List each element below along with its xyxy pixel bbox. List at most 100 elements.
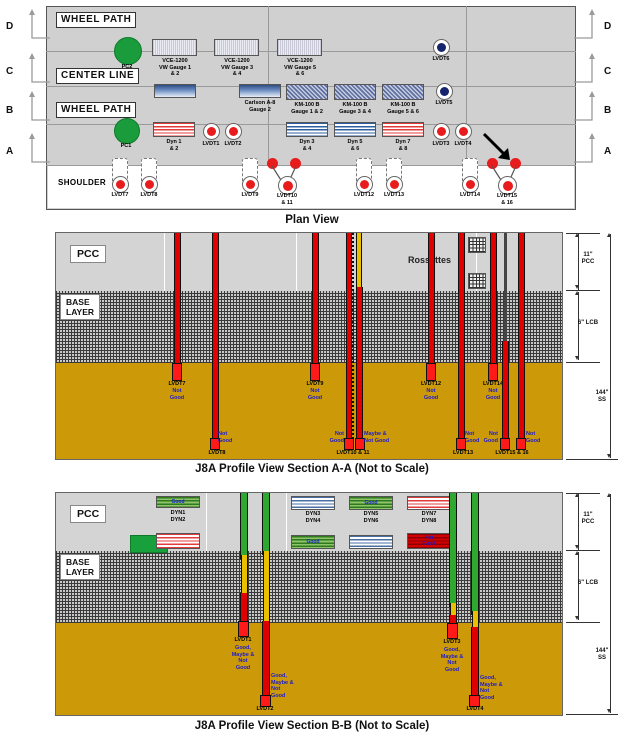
pressure-cell-pc1[interactable]: [114, 118, 140, 144]
lvdt9-rod: [312, 233, 319, 375]
gauge-dyn-3-4[interactable]: [286, 122, 328, 137]
lvdt3-status: Good, Maybe & Not Good: [440, 647, 464, 673]
gauge-vce-1[interactable]: [152, 39, 197, 56]
gauge-carlson-1[interactable]: [154, 84, 196, 98]
lvdt4-rod: [471, 627, 479, 703]
lvdt1-tip: [238, 621, 249, 637]
lvdt2-marker[interactable]: [225, 123, 242, 140]
lvdt5-marker[interactable]: [436, 83, 453, 100]
pressure-cell-pc2-label: PC2: [121, 64, 133, 70]
lvdt16-status: Not Good: [526, 431, 541, 444]
section-marker-b-right: B: [604, 105, 612, 116]
lvdt9-tip: [310, 363, 320, 381]
lvdt1-section-label: LVDT1: [234, 637, 252, 643]
lvdt6-marker[interactable]: [433, 39, 450, 56]
gauge-vce-5[interactable]: [277, 39, 322, 56]
dyn1-2-label: DYN1 DYN2: [170, 510, 186, 523]
dyn4-chip[interactable]: Good: [291, 535, 335, 549]
lvdt8-label: LVDT8: [140, 192, 158, 198]
dim-bb-lcb: 6" LCB: [577, 580, 599, 586]
lvdt10-11-label: LVDT10 & 11: [276, 193, 298, 206]
section-bb-caption: J8A Profile View Section B-B (Not to Sca…: [194, 720, 430, 732]
section-aa-lcb-layer: [56, 291, 562, 363]
lvdt8-marker[interactable]: [141, 176, 158, 193]
dim-lcb: 6" LCB: [577, 320, 599, 326]
gauge-vce-3[interactable]: [214, 39, 259, 56]
lvdt15-conduit: [504, 233, 507, 353]
lvdt15-16-section-label: LVDT15 & 16: [495, 450, 529, 456]
gauge-dyn-5-6[interactable]: [334, 122, 376, 137]
gauge-dyn-1-2[interactable]: [153, 122, 195, 137]
section-marker-d-right: D: [604, 21, 612, 32]
lvdt14-status: Not Good: [485, 388, 501, 401]
dyn5-status: Good: [364, 500, 378, 506]
dyn3-4-label: DYN3 DYN4: [305, 511, 321, 524]
section-marker-a-right: A: [604, 146, 612, 157]
lvdt1-sleeve: [240, 493, 248, 559]
dyn5-chip[interactable]: Good: [349, 496, 393, 510]
lvdt7-status: Not Good: [169, 388, 185, 401]
dyn2-chip[interactable]: [156, 533, 200, 549]
lvdt9-marker[interactable]: [242, 176, 259, 193]
lvdt4-marker[interactable]: [455, 123, 472, 140]
lvdt13-marker[interactable]: [386, 176, 403, 193]
section-markers-right: [574, 9, 595, 163]
dim-bb-pcc: 11" PCC: [581, 512, 595, 525]
lvdt9-status: Not Good: [307, 388, 323, 401]
section-marker-c-left: C: [6, 66, 14, 77]
pressure-cell-pc2[interactable]: [114, 37, 142, 65]
lvdt12-marker[interactable]: [356, 176, 373, 193]
lvdt8-rod: [212, 233, 219, 445]
plan-view-caption: Plan View: [285, 214, 339, 226]
section-bb-ss-layer: [56, 623, 562, 715]
rossette-grid-top: [468, 237, 486, 253]
gauge-vce-1-label: VCE-1200 VW Gauge 1 & 2: [158, 58, 192, 77]
lvdt10-dashed-line: [352, 233, 354, 443]
gauge-vce-3-label: VCE-1200 VW Gauge 3 & 4: [220, 58, 254, 77]
lvdt9-section-label: LVDT9: [306, 381, 324, 387]
gauge-dyn-7-8[interactable]: [382, 122, 424, 137]
dyn8-chip[interactable]: Not Good: [407, 533, 451, 549]
lvdt11-status: Maybe & Not Good: [364, 431, 390, 444]
dim-bb-ss: 144" SS: [595, 648, 609, 661]
gauge-carlson-2[interactable]: [239, 84, 281, 98]
gauge-dyn-5-6-label: Dyn 5 & 6: [347, 139, 363, 152]
lvdt6-label: LVDT6: [432, 56, 450, 62]
lvdt8-section-label: LVDT8: [208, 450, 226, 456]
gauge-km-5[interactable]: [382, 84, 424, 100]
lvdt7-marker[interactable]: [112, 176, 129, 193]
gauge-km-3[interactable]: [334, 84, 376, 100]
dyn3-chip[interactable]: [291, 496, 335, 510]
lvdt3-marker[interactable]: [433, 123, 450, 140]
lvdt4-section-label: LVDT4: [466, 706, 484, 712]
lvdt10-status: Not Good: [329, 431, 344, 444]
dyn6-chip[interactable]: [349, 535, 393, 549]
lvdt14-tip: [488, 363, 498, 381]
lvdt2-status: Good, Maybe & Not Good: [271, 673, 294, 699]
joint-b2: [286, 493, 287, 551]
lvdt1-marker[interactable]: [203, 123, 220, 140]
lvdt15-tip: [500, 438, 510, 450]
lvdt14-marker[interactable]: [462, 176, 479, 193]
lvdt14-section-label: LVDT14: [482, 381, 504, 387]
section-marker-b-left: B: [6, 105, 14, 116]
lvdt4-status: Good, Maybe & Not Good: [480, 675, 503, 701]
lvdt2-label: LVDT2: [224, 141, 242, 147]
dim-ss: 144" SS: [595, 390, 609, 403]
gauge-km-1[interactable]: [286, 84, 328, 100]
lvdt4-label: LVDT4: [454, 141, 472, 147]
lvdt5-label: LVDT5: [435, 100, 453, 106]
section-aa-base-tag: BASE LAYER: [60, 294, 101, 320]
section-aa-caption: J8A Profile View Section A-A (Not to Sca…: [195, 463, 429, 475]
lvdt16-tip: [516, 438, 526, 450]
joint-1: [164, 233, 165, 291]
plan-view-panel: WHEEL PATH CENTER LINE WHEEL PATH SHOULD…: [46, 6, 576, 210]
lvdt12-rod: [428, 233, 435, 375]
dyn7-chip[interactable]: [407, 496, 451, 510]
dyn1-chip[interactable]: Good: [156, 496, 200, 508]
joint-2: [296, 233, 297, 291]
lvdt4-sleeve: [471, 493, 479, 615]
lvdt10-11-section-label: LVDT10 & 11: [336, 450, 370, 456]
lvdt8-status: Not Good: [218, 431, 233, 444]
section-bb-lcb-layer: [56, 551, 562, 623]
